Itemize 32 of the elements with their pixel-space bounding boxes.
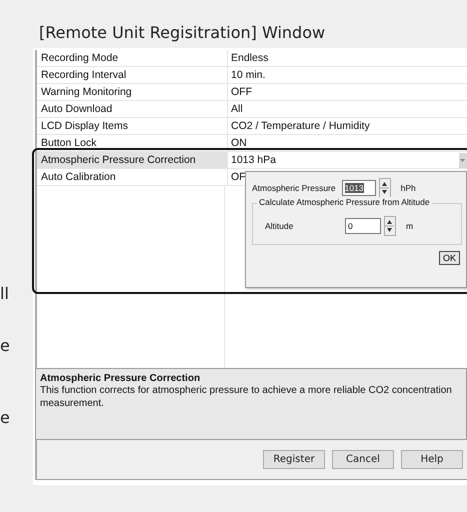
field-label: Altitude — [265, 221, 294, 231]
property-value: ON — [228, 135, 467, 152]
description-text: This function corrects for atmospheric pressure to achieve a more reliable CO2 concentration measurement. — [40, 384, 453, 410]
property-value: CO2 / Temperature / Humidity — [228, 118, 467, 135]
property-value: 10 min. — [228, 67, 467, 84]
property-name[interactable]: Auto Calibration — [37, 169, 228, 186]
input-field[interactable]: 1013 — [342, 180, 376, 196]
dialog-button[interactable]: Cancel — [332, 450, 394, 469]
property-value: All — [228, 101, 467, 118]
property-value: Endless — [228, 50, 467, 67]
cut-off-text: ll — [0, 284, 10, 304]
description-title: Atmospheric Pressure Correction — [40, 373, 202, 384]
cut-off-text: e — [0, 336, 11, 356]
unit-label: m — [406, 221, 414, 231]
property-value: OFF — [228, 84, 467, 101]
spinner-arrows-icon[interactable] — [384, 216, 396, 236]
property-name[interactable]: LCD Display Items — [37, 118, 228, 135]
cut-off-text: e — [0, 408, 11, 428]
spinner-arrows-icon[interactable] — [378, 178, 391, 198]
group-title: Calculate Atmospheric Pressure from Altitude — [257, 197, 432, 207]
property-name[interactable]: Auto Download — [37, 101, 228, 118]
window-title: [Remote Unit Regisitration] Window — [38, 23, 326, 44]
dialog-button[interactable]: Register — [263, 450, 325, 469]
property-name[interactable]: Warning Monitoring — [37, 84, 228, 101]
input-field[interactable]: 0 — [345, 218, 381, 234]
property-name[interactable]: Atmospheric Pressure Correction — [37, 152, 228, 169]
field-label: Atmospheric Pressure — [252, 183, 336, 193]
property-name[interactable]: Recording Interval — [37, 67, 228, 84]
dialog-button[interactable]: Help — [401, 450, 463, 469]
property-name[interactable]: Recording Mode — [37, 50, 228, 67]
unit-label: hPh — [400, 183, 416, 193]
ok-button[interactable]: OK — [438, 251, 460, 265]
